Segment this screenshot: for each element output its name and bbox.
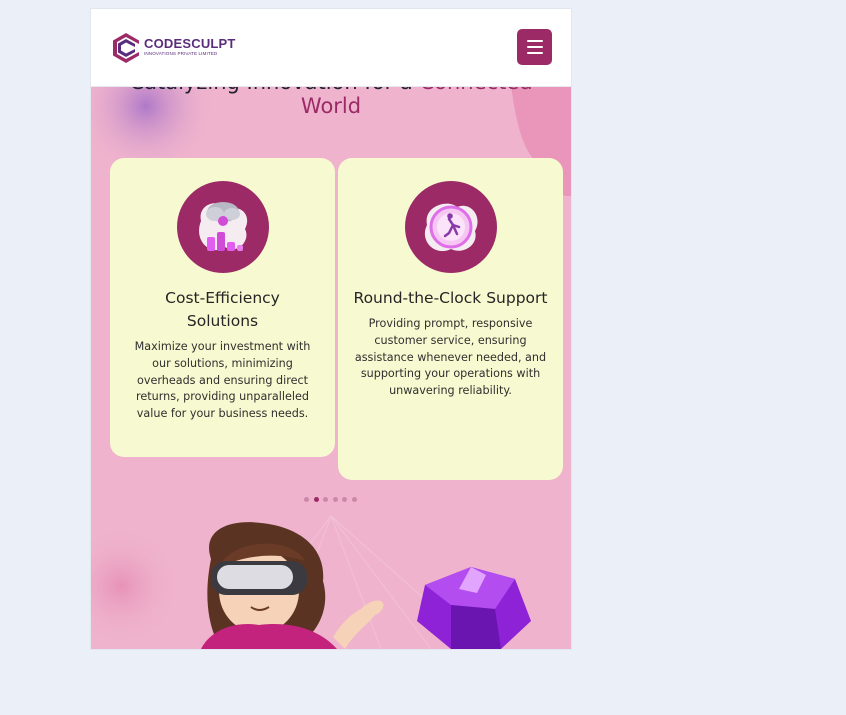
hamburger-menu-button[interactable] xyxy=(517,29,552,65)
card-title: Cost-Efficiency Solutions xyxy=(165,289,280,330)
hamburger-menu-icon-bar xyxy=(526,46,543,48)
logo-tagline: INNOVATIONS PRIVATE LIMITED xyxy=(144,51,218,56)
card-description: Maximize your investment with our soluti… xyxy=(134,340,311,421)
cost-efficiency-icon xyxy=(176,181,269,273)
carousel-dot[interactable] xyxy=(313,497,319,502)
carousel-dot[interactable] xyxy=(323,497,328,502)
carousel-pagination xyxy=(304,497,357,502)
logo-name: CODESCULPT xyxy=(144,36,236,51)
feature-card-cost-efficiency[interactable]: Cost-Efficiency Solutions Maximize your … xyxy=(110,158,335,457)
carousel-dot[interactable] xyxy=(332,497,338,502)
hamburger-menu-icon-bar xyxy=(526,40,543,42)
card-description: Providing prompt, responsive customer se… xyxy=(354,317,547,398)
logo-mark-icon xyxy=(113,33,139,63)
hamburger-menu-icon-bar xyxy=(526,52,543,54)
hero-illustration xyxy=(201,522,531,649)
feature-card-support[interactable]: Round-the-Clock Support Providing prompt… xyxy=(338,158,563,480)
codesculpt-logo[interactable]: CODESCULPT INNOVATIONS PRIVATE LIMITED xyxy=(111,32,235,64)
carousel-dot[interactable] xyxy=(351,497,357,502)
carousel-dot[interactable] xyxy=(304,497,309,502)
site-header: CODESCULPT INNOVATIONS PRIVATE LIMITED xyxy=(91,9,571,87)
mobile-viewport: CODESCULPT INNOVATIONS PRIVATE LIMITED W… xyxy=(91,9,571,649)
carousel-dot[interactable] xyxy=(342,497,347,502)
round-the-clock-support-icon xyxy=(404,181,497,273)
card-title: Round-the-Clock Support xyxy=(353,289,548,307)
hero-title-line2: World xyxy=(300,94,362,118)
